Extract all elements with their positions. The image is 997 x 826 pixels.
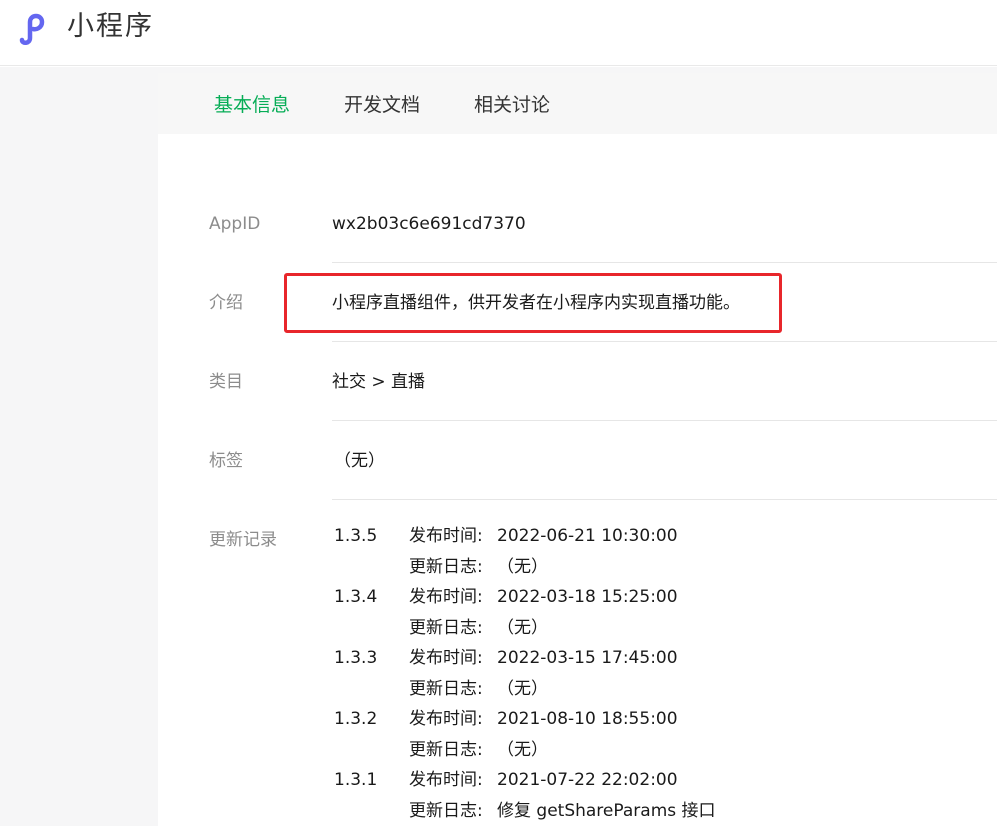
publish-time-key: 发布时间:	[409, 709, 483, 729]
tab-bar: 基本信息 开发文档 相关讨论	[158, 73, 997, 134]
publish-time-value: 2022-06-21 10:30:00	[497, 526, 678, 546]
changelog-version: 1.3.3	[334, 648, 378, 668]
changelog-version: 1.3.4	[334, 587, 378, 607]
update-log-value: 修复 getShareParams 接口	[497, 801, 716, 821]
tab-basic-info[interactable]: 基本信息	[214, 92, 290, 118]
changelog-label: 更新记录	[209, 530, 277, 550]
divider	[332, 341, 997, 342]
publish-time-key: 发布时间:	[409, 587, 483, 607]
update-log-key: 更新日志:	[409, 618, 483, 638]
update-log-key: 更新日志:	[409, 740, 483, 760]
intro-highlight-box	[284, 273, 782, 333]
tab-dev-docs[interactable]: 开发文档	[344, 92, 420, 118]
update-log-value: （无）	[497, 618, 548, 638]
tags-value: （无）	[334, 451, 385, 471]
category-label: 类目	[209, 372, 243, 392]
tab-discussion[interactable]: 相关讨论	[474, 92, 550, 118]
publish-time-key: 发布时间:	[409, 648, 483, 668]
divider	[332, 499, 997, 500]
publish-time-value: 2022-03-15 17:45:00	[497, 648, 678, 668]
update-log-value: （无）	[497, 679, 548, 699]
publish-time-key: 发布时间:	[409, 770, 483, 790]
intro-label: 介绍	[209, 293, 243, 313]
publish-time-value: 2022-03-18 15:25:00	[497, 587, 678, 607]
tags-label: 标签	[209, 451, 243, 471]
publish-time-value: 2021-07-22 22:02:00	[497, 770, 678, 790]
update-log-value: （无）	[497, 740, 548, 760]
mini-program-logo-icon[interactable]	[16, 10, 56, 46]
divider	[332, 420, 997, 421]
publish-time-key: 发布时间:	[409, 526, 483, 546]
top-bar: 小程序	[0, 0, 997, 66]
changelog-version: 1.3.1	[334, 770, 378, 790]
publish-time-value: 2021-08-10 18:55:00	[497, 709, 678, 729]
app-title: 小程序	[67, 11, 154, 42]
category-value: 社交 > 直播	[332, 372, 426, 392]
divider	[332, 262, 997, 263]
appid-label: AppID	[209, 214, 261, 234]
changelog-version: 1.3.5	[334, 526, 378, 546]
update-log-value: （无）	[497, 557, 548, 577]
appid-value: wx2b03c6e691cd7370	[332, 214, 526, 234]
update-log-key: 更新日志:	[409, 801, 483, 821]
update-log-key: 更新日志:	[409, 679, 483, 699]
update-log-key: 更新日志:	[409, 557, 483, 577]
changelog-version: 1.3.2	[334, 709, 378, 729]
left-sidebar	[0, 67, 158, 826]
